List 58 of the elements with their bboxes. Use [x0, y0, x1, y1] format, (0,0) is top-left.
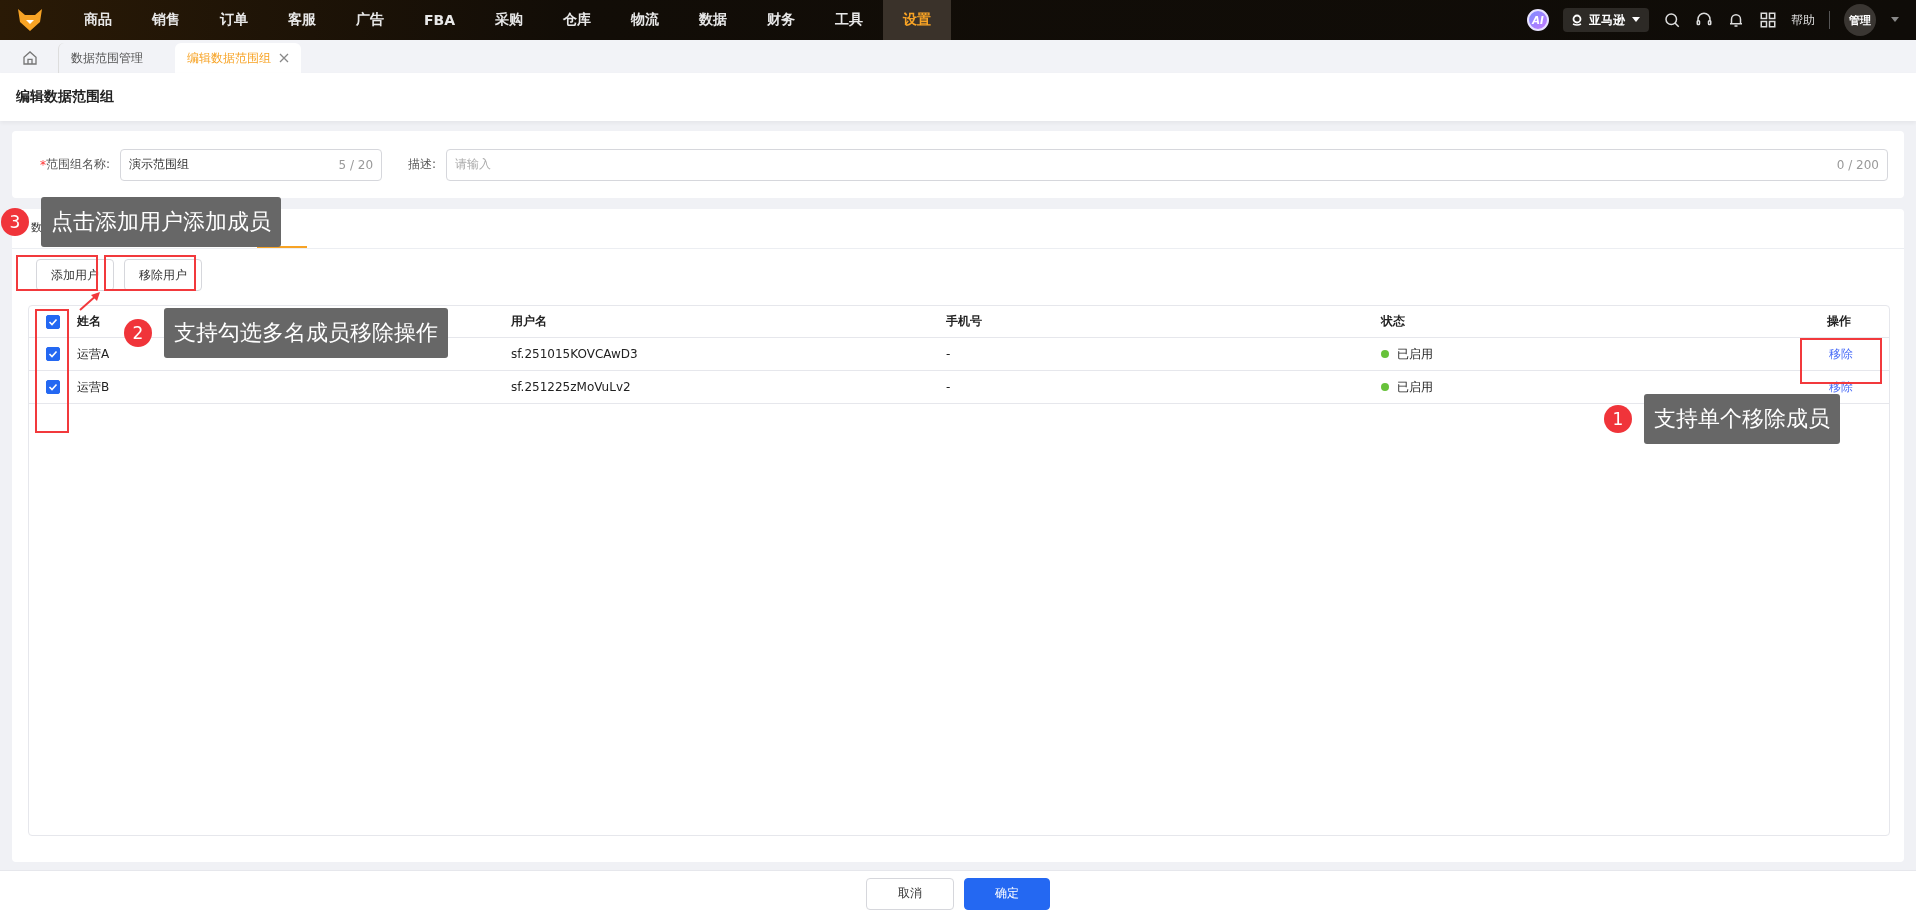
nav-item[interactable]: 设置	[883, 0, 952, 40]
nav-item[interactable]: 数据	[679, 0, 748, 40]
nav-item[interactable]: 客服	[268, 0, 336, 40]
check-icon	[48, 316, 58, 327]
search-icon[interactable]	[1663, 11, 1681, 29]
nav-item[interactable]: 商品	[64, 0, 132, 40]
close-icon[interactable]	[279, 53, 289, 63]
column-header: 用户名	[511, 313, 548, 330]
callout-tooltip: 点击添加用户添加成员	[41, 197, 281, 247]
callout-tooltip: 支持勾选多名成员移除操作	[164, 308, 448, 358]
pointer-arrow	[78, 290, 102, 312]
bell-icon[interactable]	[1727, 11, 1745, 29]
check-icon	[48, 382, 58, 392]
confirm-button[interactable]: 确定	[964, 877, 1050, 910]
help-link[interactable]: 帮助	[1791, 11, 1815, 29]
nav-item[interactable]: 广告	[336, 0, 404, 40]
column-header: 手机号	[946, 313, 983, 330]
apps-icon[interactable]	[1759, 11, 1777, 29]
remove-link[interactable]: 移除	[1829, 345, 1853, 363]
checkbox[interactable]	[46, 314, 60, 329]
table-cell-text: -	[946, 380, 952, 394]
caret-icon	[1631, 16, 1641, 24]
column-header: 姓名	[77, 313, 102, 330]
status-text: 已启用	[1397, 378, 1433, 396]
action-button[interactable]: 移除用户	[124, 259, 202, 291]
page-title: 编辑数据范围组	[0, 73, 1916, 121]
checkbox[interactable]	[46, 347, 60, 361]
nav-item[interactable]: 工具	[815, 0, 884, 40]
check-icon	[48, 349, 58, 359]
store-selector[interactable]: 亚马逊	[1563, 8, 1649, 32]
nav-item[interactable]: 销售	[132, 0, 200, 40]
nav-item[interactable]: 财务	[747, 0, 816, 40]
field-label: 范围组名称:	[46, 156, 111, 173]
step-number: 3	[1, 208, 29, 236]
home-icon[interactable]	[22, 50, 38, 66]
column-header: 操作	[1827, 313, 1851, 330]
user-avatar[interactable]: 管理	[1844, 4, 1876, 36]
column-header: 状态	[1381, 313, 1406, 330]
tab[interactable]: 数	[31, 208, 42, 248]
checkbox[interactable]	[46, 380, 60, 394]
cancel-button[interactable]: 取消	[866, 877, 954, 910]
nav-item[interactable]: 采购	[475, 0, 544, 40]
nav-item[interactable]: 订单	[200, 0, 268, 40]
required-mark: *	[40, 157, 46, 172]
table-cell-text: sf.251225zMoVuLv2	[511, 380, 632, 394]
logo-icon[interactable]	[16, 6, 44, 34]
table-cell-text: 运营B	[77, 378, 111, 396]
table-cell-text: -	[946, 347, 952, 361]
field-label: 描述:	[408, 156, 437, 173]
caret-icon[interactable]	[1890, 16, 1900, 24]
status-text: 已启用	[1397, 345, 1433, 363]
nav-item[interactable]: FBA	[404, 0, 476, 40]
callout-tooltip: 支持单个移除成员	[1644, 394, 1840, 444]
table-cell-text: sf.251015KOVCAwD3	[511, 347, 639, 361]
nav-item[interactable]: 物流	[611, 0, 680, 40]
name-field[interactable]: 演示范围组 5 / 20	[120, 148, 383, 181]
table-cell-text: 运营A	[77, 345, 111, 363]
nav-item[interactable]: 仓库	[543, 0, 612, 40]
